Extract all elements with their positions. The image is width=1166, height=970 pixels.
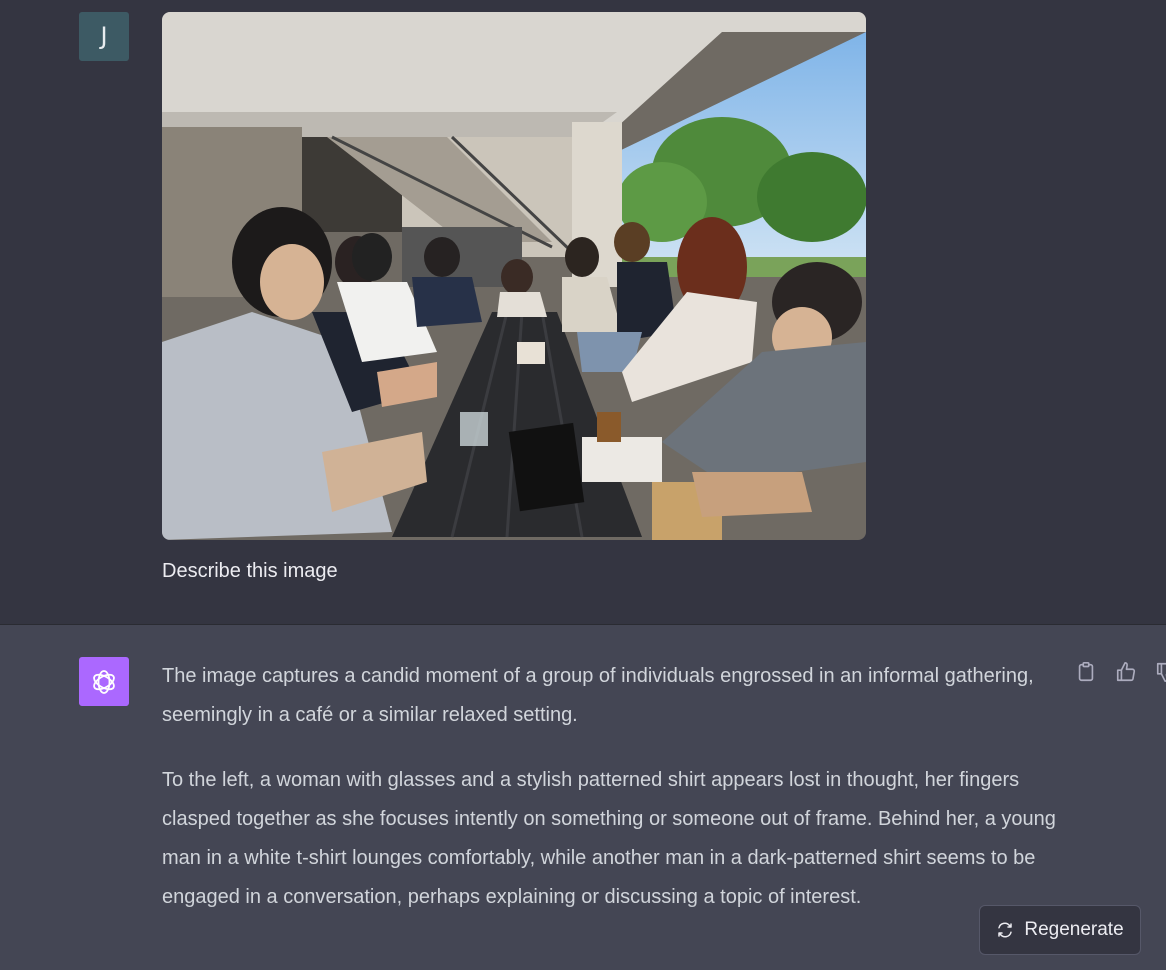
answer-paragraph: To the left, a woman with glasses and a … — [162, 769, 1056, 908]
thumbs-down-icon[interactable] — [1155, 661, 1166, 683]
thumbs-up-icon[interactable] — [1115, 661, 1137, 683]
user-prompt-text: Describe this image — [162, 560, 338, 582]
copy-icon[interactable] — [1075, 661, 1097, 683]
user-message: J Describe this image — [0, 0, 1166, 625]
openai-logo-icon — [93, 669, 115, 694]
assistant-avatar — [79, 657, 129, 706]
regenerate-button[interactable]: Regenerate — [979, 905, 1141, 955]
answer-paragraph: The image captures a candid moment of a … — [162, 665, 1034, 726]
user-avatar: J — [79, 12, 129, 61]
message-actions — [1075, 661, 1166, 683]
chat-view: J Describe this image The image captures… — [0, 0, 1166, 970]
refresh-icon — [998, 922, 1013, 938]
assistant-answer: The image captures a candid moment of a … — [162, 657, 1062, 943]
regenerate-label: Regenerate — [1024, 919, 1124, 940]
uploaded-photo — [162, 12, 866, 540]
